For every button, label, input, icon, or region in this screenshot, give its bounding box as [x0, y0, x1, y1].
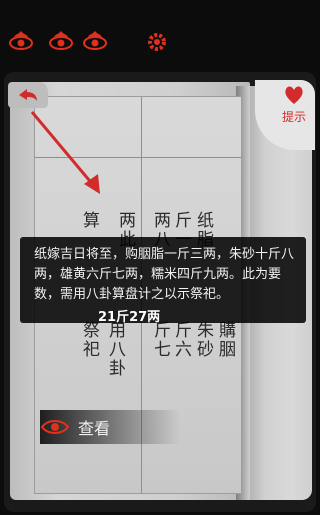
- back-button[interactable]: [8, 82, 48, 108]
- pointer-arrow-icon: [30, 111, 100, 194]
- ledger-column-text: 斤六: [175, 321, 193, 360]
- view-label: 查看: [78, 419, 111, 438]
- hint-label: 提示: [281, 110, 306, 124]
- ledger-column-text: 祭祀: [83, 321, 101, 360]
- answer-text: 21斤27两: [98, 310, 161, 325]
- flaming-eye-icon[interactable]: [46, 26, 76, 56]
- hint-button[interactable]: 提示: [276, 84, 312, 128]
- riddle-text: 纸嫁吉日将至，购胭脂一斤三两，朱砂十斤八两，雄黄六斤七两，糯米四斤九两。此为要数…: [34, 247, 295, 302]
- ledger-column-text: 斤七: [154, 321, 172, 360]
- view-button[interactable]: 查看: [40, 410, 180, 444]
- flaming-eye-icon[interactable]: [6, 26, 36, 56]
- ledger-column-text: 用八卦: [109, 321, 127, 379]
- back-arrow-icon: [19, 89, 37, 101]
- ledger-column-text: 算: [83, 211, 101, 231]
- ledger-column-text: 購胭: [219, 321, 237, 360]
- flaming-eye-icon[interactable]: [80, 26, 110, 56]
- eye-icon: [40, 420, 70, 434]
- ledger-column-text: 朱砂: [197, 321, 215, 360]
- gear-icon[interactable]: [145, 30, 169, 54]
- hint-icon: [285, 86, 303, 104]
- riddle-dialog: 纸嫁吉日将至，购胭脂一斤三两，朱砂十斤八两，雄黄六斤七两，糯米四斤九两。此为要数…: [20, 237, 306, 323]
